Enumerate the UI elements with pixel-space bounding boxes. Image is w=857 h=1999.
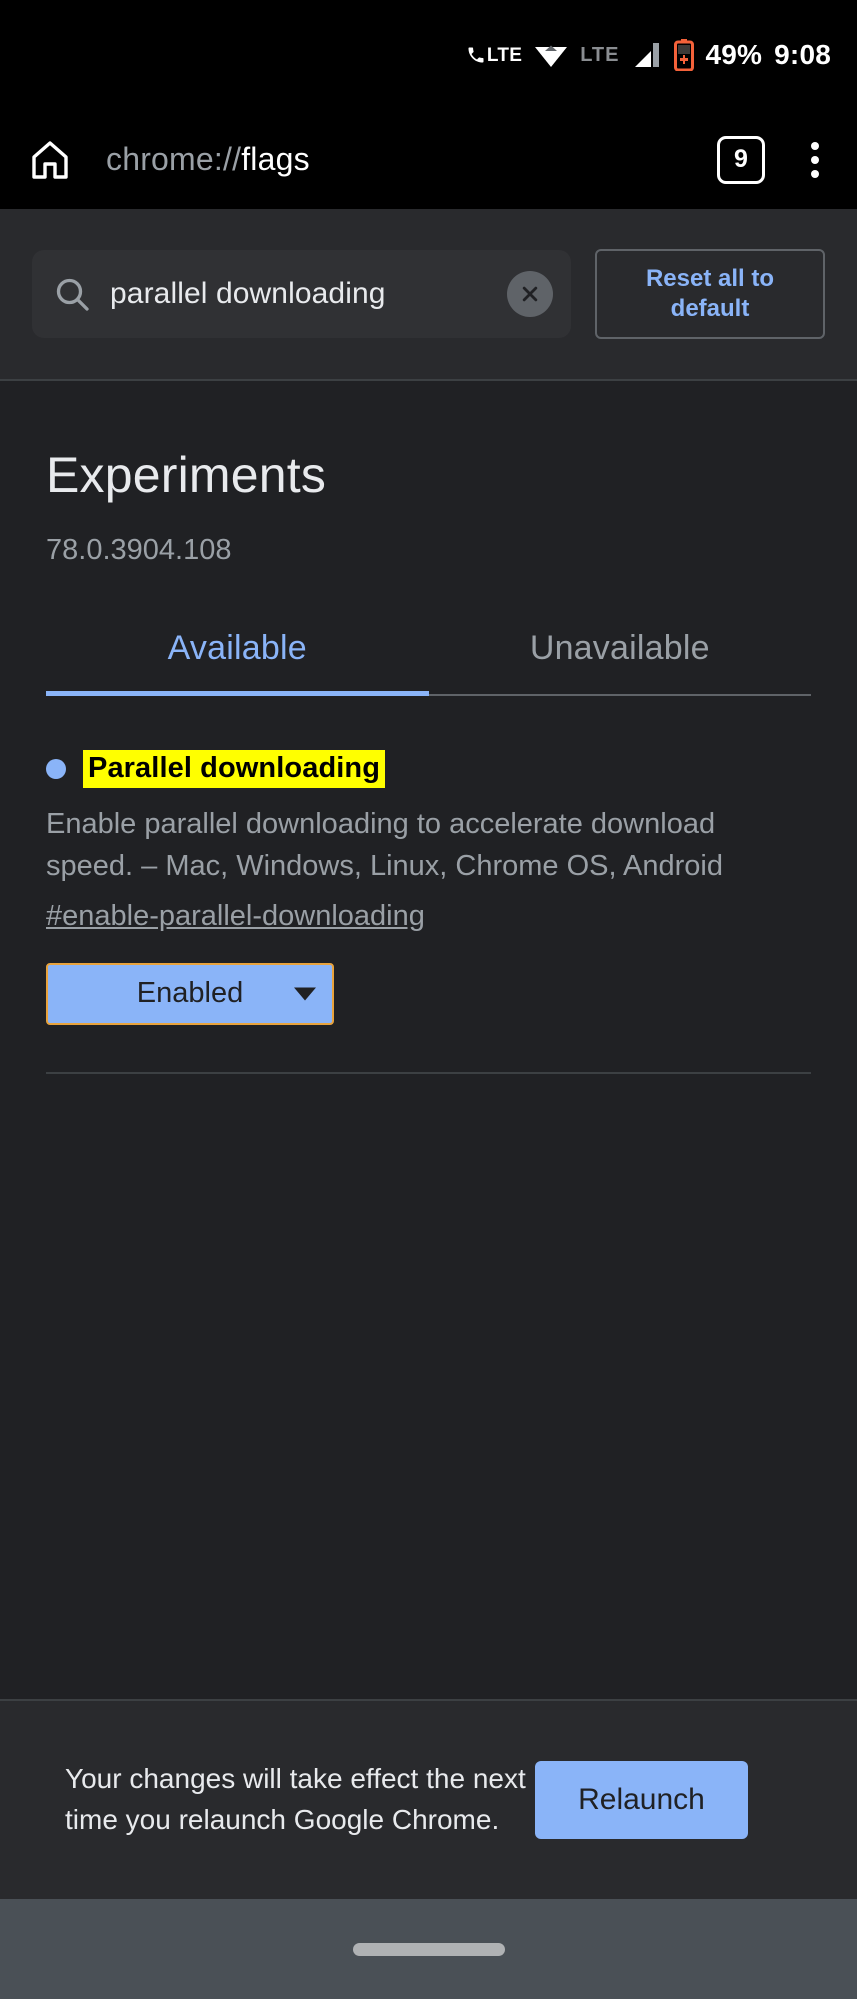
flag-entry: Parallel downloading Enable parallel dow… [0, 696, 857, 1074]
flags-content: Experiments 78.0.3904.108 Available Unav… [0, 381, 857, 1699]
call-lte-icon: LTE [466, 45, 522, 65]
flags-tabs: Available Unavailable [46, 629, 811, 696]
phone-screen: LTE LTE 49% 9:08 chrome://flags 9 parall… [0, 0, 857, 1999]
relaunch-bar: Your changes will take effect the next t… [0, 1699, 857, 1899]
search-icon [50, 272, 94, 316]
flag-divider [46, 1071, 811, 1074]
tab-count-label: 9 [734, 145, 748, 173]
reset-all-to-default-button[interactable]: Reset all to default [595, 249, 825, 339]
flag-description: Enable parallel downloading to accelerat… [46, 808, 723, 882]
flags-search-row: parallel downloading Reset all to defaul… [0, 209, 857, 381]
search-value: parallel downloading [110, 277, 386, 310]
tab-active-underline [46, 691, 429, 696]
battery-percent: 49% [705, 39, 763, 70]
flag-state-value: Enabled [136, 977, 244, 1010]
page-title: Experiments [46, 447, 327, 503]
overflow-menu-icon[interactable] [795, 136, 835, 184]
wifi-icon [534, 41, 568, 69]
relaunch-button[interactable]: Relaunch [535, 1761, 748, 1839]
battery-charging-icon [673, 39, 694, 71]
flag-name: Parallel downloading [83, 750, 386, 789]
chrome-version: 78.0.3904.108 [46, 534, 232, 566]
flag-modified-dot-icon [46, 759, 66, 780]
flag-state-select[interactable]: Enabled [46, 962, 334, 1025]
relaunch-button-label: Relaunch [578, 1783, 705, 1816]
flag-select-wrapper: Enabled [46, 962, 811, 1025]
browser-toolbar: chrome://flags 9 [0, 110, 857, 209]
home-icon[interactable] [22, 132, 78, 188]
reset-button-label: Reset all to default [645, 265, 775, 322]
clear-x-icon[interactable] [507, 271, 553, 317]
clock: 9:08 [774, 39, 831, 70]
tab-available-label: Available [167, 629, 307, 667]
call-lte-label: LTE [486, 45, 523, 66]
url-host: flags [241, 141, 310, 177]
tab-unavailable[interactable]: Unavailable [429, 629, 812, 694]
gesture-nav-pill[interactable] [352, 1942, 505, 1956]
tab-available[interactable]: Available [46, 629, 429, 694]
omnibox-url[interactable]: chrome://flags [106, 141, 717, 178]
chevron-down-icon [294, 987, 316, 1001]
tab-unavailable-label: Unavailable [529, 629, 710, 667]
tab-switcher-button[interactable]: 9 [717, 135, 765, 184]
url-scheme: chrome:// [106, 141, 242, 177]
relaunch-message: Your changes will take effect the next t… [65, 1763, 526, 1835]
wifi-lte-label: LTE [580, 44, 620, 66]
search-input[interactable]: parallel downloading [32, 250, 571, 338]
flag-header: Parallel downloading [46, 750, 811, 789]
status-bar: LTE LTE 49% 9:08 [0, 0, 857, 110]
signal-bars-icon [632, 40, 662, 70]
system-navigation-bar [0, 1899, 857, 1999]
flag-permalink[interactable]: #enable-parallel-downloading [46, 900, 425, 933]
